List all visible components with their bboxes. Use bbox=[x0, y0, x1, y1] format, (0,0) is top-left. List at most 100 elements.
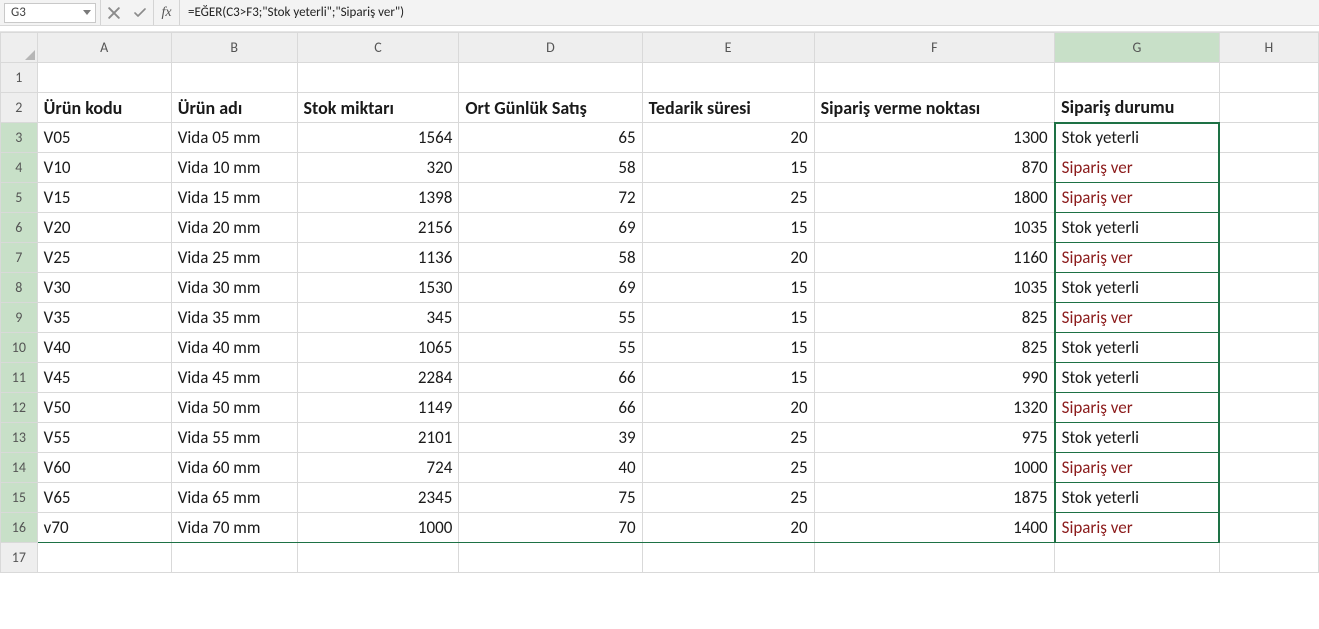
col-header-F[interactable]: F bbox=[814, 33, 1055, 63]
cell-D16[interactable]: 70 bbox=[459, 513, 642, 543]
cell-D9[interactable]: 55 bbox=[459, 303, 642, 333]
cell-F3[interactable]: 1300 bbox=[814, 123, 1055, 153]
row-header[interactable]: 17 bbox=[1, 543, 38, 573]
cell-B11[interactable]: Vida 45 mm bbox=[171, 363, 297, 393]
cell-H12[interactable] bbox=[1219, 393, 1318, 423]
col-header-C[interactable]: C bbox=[297, 33, 459, 63]
cell-E7[interactable]: 20 bbox=[642, 243, 814, 273]
cell-F15[interactable]: 1875 bbox=[814, 483, 1055, 513]
row-header[interactable]: 4 bbox=[1, 153, 38, 183]
row-header[interactable]: 6 bbox=[1, 213, 38, 243]
cell-E6[interactable]: 15 bbox=[642, 213, 814, 243]
col-header-G[interactable]: G bbox=[1055, 33, 1220, 63]
cell-C8[interactable]: 1530 bbox=[297, 273, 459, 303]
cell-D13[interactable]: 39 bbox=[459, 423, 642, 453]
cell-E16[interactable]: 20 bbox=[642, 513, 814, 543]
cell-A3[interactable]: V05 bbox=[37, 123, 171, 153]
select-all-corner[interactable] bbox=[1, 33, 38, 63]
col-header-B[interactable]: B bbox=[171, 33, 297, 63]
cell-B6[interactable]: Vida 20 mm bbox=[171, 213, 297, 243]
cell-G5[interactable]: Sipariş ver bbox=[1055, 183, 1220, 213]
cell-H13[interactable] bbox=[1219, 423, 1318, 453]
cell-E5[interactable]: 25 bbox=[642, 183, 814, 213]
cell-C16[interactable]: 1000 bbox=[297, 513, 459, 543]
cell-A1[interactable] bbox=[37, 63, 171, 93]
cell-C15[interactable]: 2345 bbox=[297, 483, 459, 513]
cell-E14[interactable]: 25 bbox=[642, 453, 814, 483]
cell-A15[interactable]: V65 bbox=[37, 483, 171, 513]
cell-E11[interactable]: 15 bbox=[642, 363, 814, 393]
cell-B8[interactable]: Vida 30 mm bbox=[171, 273, 297, 303]
cell-F2[interactable]: Sipariş verme noktası bbox=[814, 93, 1055, 123]
cell-B3[interactable]: Vida 05 mm bbox=[171, 123, 297, 153]
cell-G16[interactable]: Sipariş ver bbox=[1055, 513, 1220, 543]
row-header[interactable]: 15 bbox=[1, 483, 38, 513]
cell-D17[interactable] bbox=[459, 543, 642, 573]
cell-F10[interactable]: 825 bbox=[814, 333, 1055, 363]
cell-C13[interactable]: 2101 bbox=[297, 423, 459, 453]
cell-C17[interactable] bbox=[297, 543, 459, 573]
cell-F7[interactable]: 1160 bbox=[814, 243, 1055, 273]
cell-G6[interactable]: Stok yeterli bbox=[1055, 213, 1220, 243]
cell-H8[interactable] bbox=[1219, 273, 1318, 303]
cell-F6[interactable]: 1035 bbox=[814, 213, 1055, 243]
cell-E17[interactable] bbox=[642, 543, 814, 573]
row-header[interactable]: 9 bbox=[1, 303, 38, 333]
cell-C9[interactable]: 345 bbox=[297, 303, 459, 333]
cancel-formula-button[interactable] bbox=[101, 0, 127, 25]
cell-A14[interactable]: V60 bbox=[37, 453, 171, 483]
cell-C7[interactable]: 1136 bbox=[297, 243, 459, 273]
cell-G9[interactable]: Sipariş ver bbox=[1055, 303, 1220, 333]
cell-C12[interactable]: 1149 bbox=[297, 393, 459, 423]
cell-B17[interactable] bbox=[171, 543, 297, 573]
cell-B2[interactable]: Ürün adı bbox=[171, 93, 297, 123]
cell-G14[interactable]: Sipariş ver bbox=[1055, 453, 1220, 483]
cell-C2[interactable]: Stok miktarı bbox=[297, 93, 459, 123]
cell-H16[interactable] bbox=[1219, 513, 1318, 543]
cell-A13[interactable]: V55 bbox=[37, 423, 171, 453]
cell-E9[interactable]: 15 bbox=[642, 303, 814, 333]
cell-A9[interactable]: V35 bbox=[37, 303, 171, 333]
cell-E13[interactable]: 25 bbox=[642, 423, 814, 453]
cell-C14[interactable]: 724 bbox=[297, 453, 459, 483]
cell-E10[interactable]: 15 bbox=[642, 333, 814, 363]
cell-B16[interactable]: Vida 70 mm bbox=[171, 513, 297, 543]
cell-B5[interactable]: Vida 15 mm bbox=[171, 183, 297, 213]
cell-G11[interactable]: Stok yeterli bbox=[1055, 363, 1220, 393]
row-header[interactable]: 12 bbox=[1, 393, 38, 423]
cell-H7[interactable] bbox=[1219, 243, 1318, 273]
cell-D4[interactable]: 58 bbox=[459, 153, 642, 183]
cell-F14[interactable]: 1000 bbox=[814, 453, 1055, 483]
cell-E12[interactable]: 20 bbox=[642, 393, 814, 423]
row-header[interactable]: 3 bbox=[1, 123, 38, 153]
cell-F17[interactable] bbox=[814, 543, 1055, 573]
cell-A2[interactable]: Ürün kodu bbox=[37, 93, 171, 123]
cell-H2[interactable] bbox=[1219, 93, 1318, 123]
cell-H10[interactable] bbox=[1219, 333, 1318, 363]
cell-H11[interactable] bbox=[1219, 363, 1318, 393]
cell-A16[interactable]: v70 bbox=[37, 513, 171, 543]
row-header[interactable]: 11 bbox=[1, 363, 38, 393]
cell-F1[interactable] bbox=[814, 63, 1055, 93]
row-header[interactable]: 1 bbox=[1, 63, 38, 93]
cell-F8[interactable]: 1035 bbox=[814, 273, 1055, 303]
cell-B13[interactable]: Vida 55 mm bbox=[171, 423, 297, 453]
cell-A12[interactable]: V50 bbox=[37, 393, 171, 423]
row-header[interactable]: 7 bbox=[1, 243, 38, 273]
col-header-D[interactable]: D bbox=[459, 33, 642, 63]
confirm-formula-button[interactable] bbox=[127, 0, 153, 25]
cell-G7[interactable]: Sipariş ver bbox=[1055, 243, 1220, 273]
cell-G17[interactable] bbox=[1055, 543, 1220, 573]
cell-B9[interactable]: Vida 35 mm bbox=[171, 303, 297, 333]
cell-H1[interactable] bbox=[1219, 63, 1318, 93]
cell-C1[interactable] bbox=[297, 63, 459, 93]
cell-G12[interactable]: Sipariş ver bbox=[1055, 393, 1220, 423]
formula-input[interactable]: =EĞER(C3>F3;"Stok yeterli";"Sipariş ver"… bbox=[180, 0, 1319, 25]
cell-F12[interactable]: 1320 bbox=[814, 393, 1055, 423]
cell-G3[interactable]: Stok yeterli bbox=[1055, 123, 1220, 153]
col-header-A[interactable]: A bbox=[37, 33, 171, 63]
cell-H4[interactable] bbox=[1219, 153, 1318, 183]
cell-D7[interactable]: 58 bbox=[459, 243, 642, 273]
cell-G13[interactable]: Stok yeterli bbox=[1055, 423, 1220, 453]
cell-D12[interactable]: 66 bbox=[459, 393, 642, 423]
